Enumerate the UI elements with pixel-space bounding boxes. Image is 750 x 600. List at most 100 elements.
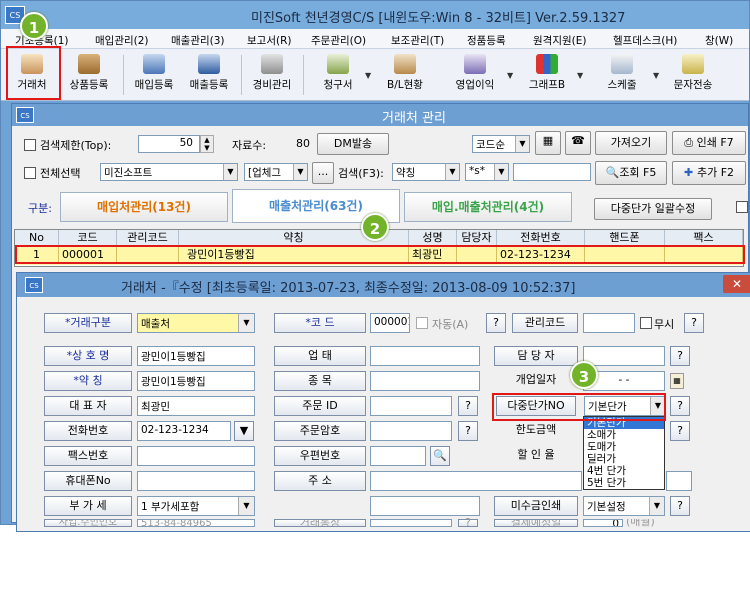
help-icon[interactable]: ? xyxy=(670,396,690,416)
add-button[interactable]: ✚ 추가 F2 xyxy=(672,161,746,185)
extra-input[interactable] xyxy=(370,496,480,516)
select-all-checkbox[interactable] xyxy=(24,167,36,179)
column-header[interactable]: 성명 xyxy=(409,230,457,246)
bulk-price-edit-button[interactable]: 다중단가 일괄수정 xyxy=(594,198,712,220)
ignore-checkbox[interactable] xyxy=(640,317,652,329)
menu-report[interactable]: 보고서(R) xyxy=(247,33,291,48)
column-header[interactable]: 코드 xyxy=(59,230,117,246)
code-input[interactable]: 000001 xyxy=(370,313,410,333)
help-icon[interactable]: ? xyxy=(670,496,690,516)
menu-helpdesk[interactable]: 헬프데스크(H) xyxy=(613,33,677,48)
zip-input[interactable] xyxy=(370,446,426,466)
help-icon[interactable]: ? xyxy=(458,517,478,528)
menu-register[interactable]: 정품등록 xyxy=(467,33,506,48)
stepper-icon[interactable]: ▲ ▼ xyxy=(200,135,214,153)
calendar-icon[interactable]: ▦ xyxy=(670,373,684,389)
phone-icon[interactable]: ☎ xyxy=(565,131,591,155)
search-button[interactable]: 🔍조회 F5 xyxy=(595,161,667,185)
help-icon[interactable]: ? xyxy=(458,396,478,416)
chevron-down-icon[interactable]: ▼ xyxy=(577,71,583,80)
company-select[interactable]: 미진소프트 ▼ xyxy=(100,163,238,181)
open-date-label: 개업일자 xyxy=(515,373,557,386)
search-field-select[interactable]: 약칭 ▼ xyxy=(392,163,460,181)
help-icon[interactable]: ? xyxy=(458,421,478,441)
column-header[interactable]: 전화번호 xyxy=(497,230,585,246)
column-header[interactable]: 관리코드 xyxy=(117,230,179,246)
short-name-input[interactable]: 광민이1등빵집 xyxy=(137,371,255,391)
menu-remote[interactable]: 원격지원(E) xyxy=(533,33,586,48)
toolbar-invoice-button[interactable]: 청구서 xyxy=(313,51,363,99)
biz-no-input[interactable]: 513-84-84965 xyxy=(137,519,255,527)
import-button[interactable]: 가져오기 xyxy=(595,131,667,155)
column-header[interactable]: 팩스 xyxy=(665,230,743,246)
dropdown-option[interactable]: 4번 단가 xyxy=(584,465,664,477)
help-icon[interactable]: ? xyxy=(670,346,690,366)
toolbar-product-button[interactable]: 상품등록 xyxy=(61,51,117,99)
order-id-input[interactable] xyxy=(370,396,452,416)
dropdown-option[interactable]: 5번 단가 xyxy=(584,477,664,489)
address-extra-input[interactable] xyxy=(666,471,692,491)
ceo-input[interactable]: 최광민 xyxy=(137,396,255,416)
help-icon[interactable]: ? xyxy=(486,313,506,333)
menu-order[interactable]: 주문관리(O) xyxy=(311,33,366,48)
invoice-icon xyxy=(327,54,349,74)
tab-purchase-sales[interactable]: 매입.매출처관리(4건) xyxy=(404,192,572,222)
industry-browse-button[interactable]: ... xyxy=(312,162,334,184)
help-icon[interactable]: ? xyxy=(684,313,704,333)
chevron-down-icon[interactable]: ▼ xyxy=(234,421,254,441)
tab-purchase[interactable]: 매입처관리(13건) xyxy=(60,192,228,222)
unpaid-print-label: 미수금인쇄 xyxy=(494,496,578,516)
toolbar-sales-button[interactable]: 매출등록 xyxy=(183,51,235,99)
search-op-select[interactable]: *s* ▼ xyxy=(465,163,509,181)
dropdown-option[interactable]: 딜러가 xyxy=(584,453,664,465)
menu-window[interactable]: 창(W) xyxy=(705,33,733,48)
category-input[interactable] xyxy=(370,371,480,391)
top-limit-input[interactable]: 50 xyxy=(138,135,200,153)
chevron-down-icon[interactable]: ▼ xyxy=(649,497,664,515)
toolbar-profit-button[interactable]: 영업이익 xyxy=(447,51,503,99)
chevron-down-icon[interactable]: ▼ xyxy=(238,314,254,332)
mobile-input[interactable] xyxy=(137,471,255,491)
dropdown-option[interactable]: 소매가 xyxy=(584,429,664,441)
search-input[interactable] xyxy=(513,163,591,181)
toolbar-sms-button[interactable]: 문자전송 xyxy=(665,51,721,99)
expense-icon xyxy=(261,54,283,74)
top-limit-checkbox[interactable] xyxy=(24,139,36,151)
toolbar-purchase-button[interactable]: 매입등록 xyxy=(129,51,179,99)
close-icon[interactable]: ✕ xyxy=(723,275,750,293)
toolbar-schedule-button[interactable]: 스케줄 xyxy=(597,51,647,99)
chevron-down-icon[interactable]: ▼ xyxy=(238,497,254,515)
address-input[interactable] xyxy=(370,471,582,491)
menu-purchase[interactable]: 매입관리(2) xyxy=(95,33,149,48)
chevron-down-icon[interactable]: ▼ xyxy=(507,71,513,80)
toolbar-bl-button[interactable]: B/L현황 xyxy=(375,51,435,99)
column-header[interactable]: 핸드폰 xyxy=(585,230,665,246)
order-password-input[interactable] xyxy=(370,421,452,441)
search-icon[interactable]: 🔍 xyxy=(430,446,450,466)
industry-select[interactable]: [업체그 ▼ xyxy=(244,163,308,181)
account-input[interactable] xyxy=(370,519,452,527)
dropdown-option[interactable]: 도매가 xyxy=(584,441,664,453)
chevron-down-icon[interactable]: ▼ xyxy=(653,71,659,80)
fax-input[interactable] xyxy=(137,446,255,466)
toolbar-expense-button[interactable]: 경비관리 xyxy=(247,51,297,99)
menu-sales[interactable]: 매출관리(3) xyxy=(171,33,225,48)
chevron-down-icon[interactable]: ▼ xyxy=(365,71,371,80)
toolbar-graph-button[interactable]: 그래프B xyxy=(519,51,575,99)
phone-input[interactable]: 02-123-1234 xyxy=(137,421,231,441)
help-icon[interactable]: ? xyxy=(670,421,690,441)
export-excel-icon[interactable]: ▦ xyxy=(535,131,561,155)
dm-send-button[interactable]: DM발송 xyxy=(317,133,389,155)
mgmt-code-input[interactable] xyxy=(583,313,635,333)
sort-select[interactable]: 코드순 ▼ xyxy=(472,135,530,153)
business-type-input[interactable] xyxy=(370,346,480,366)
auto-code-checkbox[interactable] xyxy=(416,317,428,329)
manager-input[interactable] xyxy=(583,346,665,366)
option-checkbox[interactable] xyxy=(736,201,748,213)
payment-day-input[interactable]: 0 xyxy=(583,519,623,527)
company-name-input[interactable]: 광민이1등빵집 xyxy=(137,346,255,366)
menu-aux[interactable]: 보조관리(T) xyxy=(391,33,444,48)
column-header[interactable]: 담당자 xyxy=(457,230,497,246)
column-header[interactable]: No xyxy=(15,230,59,246)
print-button[interactable]: ⎙ 인쇄 F7 xyxy=(672,131,746,155)
